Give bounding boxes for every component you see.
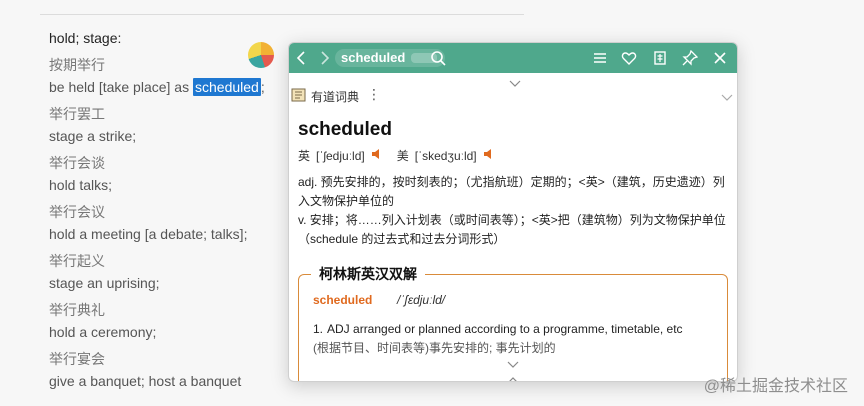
list-item-en: hold a meeting [a debate; talks]; (49, 226, 248, 242)
list-item: 举行典礼 hold a ceremony; (49, 301, 309, 341)
heart-icon[interactable] (620, 49, 638, 67)
search-query[interactable]: scheduled (341, 50, 405, 65)
list-heading: hold; stage: (49, 30, 122, 46)
list-item-cn: 举行会谈 (49, 155, 105, 171)
definition-verb: v. 安排；将……列入计划表（或时间表等）；<英>把（建筑物）列为文物保护单位（… (298, 213, 726, 246)
list-item-cn: 举行宴会 (49, 351, 105, 367)
list-item: 举行会议 hold a meeting [a debate; talks]; (49, 203, 309, 243)
dictionary-source-title: 有道词典 (311, 90, 360, 104)
pronunciation-row: 英 [ˈʃedjuːld] 美 [ˈskedʒuːld] (298, 147, 495, 164)
list-item-en: hold a ceremony; (49, 324, 157, 340)
background-dictionary-list: hold; stage: 按期举行 be held [take place] a… (49, 28, 309, 399)
menu-icon[interactable] (591, 49, 609, 67)
translator-app-icon[interactable] (248, 42, 274, 68)
list-item-cn: 举行起义 (49, 253, 105, 269)
collapse-up-chevron-icon[interactable] (507, 371, 519, 381)
selected-word-highlight[interactable]: scheduled (193, 78, 261, 96)
forward-arrow-icon[interactable] (315, 49, 333, 67)
uk-label: 英 (298, 149, 311, 163)
youdao-book-icon (291, 87, 307, 103)
uk-ipa: [ˈʃedjuːld] (316, 148, 365, 163)
sense-english: ADJ arranged or planned according to a p… (327, 322, 683, 336)
more-options-icon[interactable]: ⋮ (367, 86, 381, 103)
collins-sense: 1. ADJ arranged or planned according to a… (313, 319, 719, 339)
us-ipa: [ˈskedʒuːld] (414, 148, 477, 163)
list-item-en: give a banquet; host a banquet (49, 373, 242, 389)
sense-chinese: (根据节目、时间表等)事先安排的; 事先计划的 (313, 341, 556, 355)
search-icon[interactable] (429, 49, 447, 67)
list-item-cn: 举行典礼 (49, 302, 105, 318)
list-item-en-tail: ; (260, 79, 265, 95)
list-item-cn: 举行会议 (49, 204, 105, 220)
list-item: 举行起义 stage an uprising; (49, 252, 309, 292)
expand-chevron-icon[interactable] (507, 356, 519, 368)
dictionary-source-row: 有道词典 ⋮ (289, 86, 737, 107)
us-label: 美 (396, 149, 409, 163)
headword: scheduled (298, 119, 392, 140)
collins-title: 柯林斯英汉双解 (311, 264, 425, 284)
list-item: 举行宴会 give a banquet; host a banquet (49, 350, 309, 390)
list-item: 举行会谈 hold talks; (49, 154, 309, 194)
list-item-en-text: be held [take place] as (49, 79, 193, 95)
definitions: adj. 预先安排的，按时刻表的；（尤指航班）定期的；<英>（建筑，历史遗迹）列… (298, 173, 728, 249)
speaker-icon[interactable] (371, 148, 383, 163)
list-item-en: be held [take place] as scheduled; (49, 78, 309, 96)
dictionary-popup: scheduled 有道词典 ⋮ scheduled 英 [ˈʃedjuːld]… (288, 42, 738, 382)
collapse-chevron-icon[interactable] (509, 75, 521, 87)
list-item-cn: 举行罢工 (49, 106, 105, 122)
close-icon[interactable] (711, 49, 729, 67)
back-arrow-icon[interactable] (293, 49, 311, 67)
fold-chevron-icon[interactable] (721, 89, 733, 101)
list-item-en: hold talks; (49, 177, 113, 193)
popup-toolbar: scheduled (289, 43, 737, 73)
list-item-en: stage an uprising; (49, 275, 160, 291)
collins-headword: scheduled (313, 293, 373, 307)
definition-adj: adj. 预先安排的，按时刻表的；（尤指航班）定期的；<英>（建筑，历史遗迹）列… (298, 175, 725, 208)
watermark: @稀土掘金技术社区 (703, 378, 848, 395)
pin-icon[interactable] (681, 49, 699, 67)
list-item-en: stage a strike; (49, 128, 137, 144)
top-divider (40, 14, 524, 15)
book-icon[interactable] (651, 49, 669, 67)
collins-ipa: /ˈʃɛdjuːld/ (397, 293, 446, 307)
list-item: 举行罢工 stage a strike; (49, 105, 309, 145)
speaker-icon[interactable] (483, 148, 495, 163)
sense-number: 1. (313, 322, 324, 336)
